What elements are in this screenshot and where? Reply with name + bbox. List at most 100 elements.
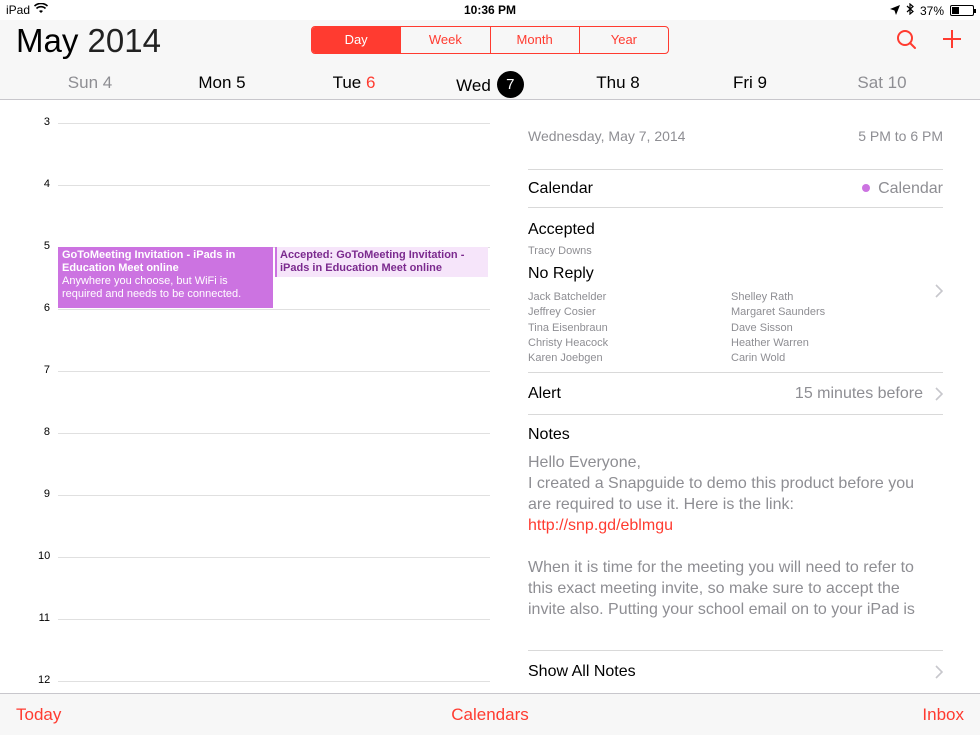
invitee: Shelley Rath [731, 291, 794, 303]
accepted-person: Tracy Downs [528, 245, 592, 257]
event-time: 5 PM to 6 PM [858, 128, 943, 144]
battery-fill [952, 7, 959, 14]
notes-line: Hello Everyone, [528, 454, 641, 471]
notes-paragraph: I created a Snapguide to demo this produ… [528, 473, 938, 536]
calendar-header: May 2014 Day Week Month Year Sun 4 Mon 5… [0, 20, 980, 100]
divider [528, 372, 943, 373]
week-day-strip: Sun 4 Mon 5 Tue 6 Wed 7 Thu 8 Fri 9 Sat 1… [0, 70, 980, 98]
page-title: May 2014 [16, 22, 161, 60]
hour-line [58, 309, 490, 310]
event-accepted[interactable]: Accepted: GoToMeeting Invitation - iPads… [275, 247, 488, 277]
divider [528, 207, 943, 208]
event-details-panel: Wednesday, May 7, 2014 5 PM to 6 PM Cale… [528, 101, 943, 693]
notes-heading: Notes [528, 426, 570, 443]
calendar-name: Calendar [878, 180, 943, 197]
invitee: Karen Joebgen [528, 352, 603, 365]
day-sun[interactable]: Sun 4 [30, 73, 150, 93]
inbox-button[interactable]: Inbox [922, 705, 964, 725]
day-tue-label: Tue [332, 73, 362, 92]
notes-paragraph: When it is time for the meeting you will… [528, 559, 915, 618]
notes-text: I created a Snapguide to demo this produ… [528, 475, 915, 513]
status-bar: iPad 10:36 PM 37% [0, 0, 980, 20]
invitees-right: Shelley Rath Margaret Saunders Dave Siss… [731, 290, 825, 366]
add-event-icon[interactable] [938, 26, 966, 54]
noreply-heading: No Reply [528, 265, 594, 282]
accepted-heading: Accepted [528, 221, 595, 238]
hour-label: 11 [38, 612, 50, 624]
day-sat[interactable]: Sat 10 [822, 73, 942, 93]
battery-icon [950, 5, 976, 16]
hour-label: 3 [43, 116, 50, 128]
day-wed-label: Wed [456, 75, 491, 95]
calendar-color-dot [862, 183, 871, 192]
invitee: Dave Sisson [731, 321, 793, 334]
invitee: Margaret Saunders [731, 306, 826, 319]
hour-line [58, 123, 490, 124]
notes-body: Hello Everyone, I created a Snapguide to… [528, 452, 938, 620]
hour-row: 6 [0, 302, 490, 371]
invitee: Christy Heacock [528, 336, 609, 349]
status-right: 37% [889, 2, 976, 18]
alert-label[interactable]: Alert [528, 385, 561, 403]
invitee: Heather Warren [731, 336, 809, 349]
day-thu[interactable]: Thu 8 [558, 73, 678, 93]
hour-line [58, 619, 490, 620]
invitee: Carin Wold [731, 352, 786, 365]
invitee: Jeffrey Cosier [528, 306, 596, 319]
hour-row: 3 [0, 116, 490, 185]
divider [528, 169, 943, 170]
hour-label: 4 [43, 178, 50, 190]
hour-line [58, 681, 490, 682]
day-fri[interactable]: Fri 9 [690, 73, 810, 93]
hour-label: 8 [43, 426, 50, 438]
hour-label: 5 [43, 240, 50, 252]
invitee: Jack Batchelder [528, 291, 607, 303]
hour-line [58, 433, 490, 434]
segment-year[interactable]: Year [578, 27, 668, 53]
day-wed[interactable]: Wed 7 [430, 71, 550, 100]
today-indicator: 7 [496, 71, 524, 98]
invitees-chevron-icon[interactable] [935, 284, 943, 298]
bluetooth-icon [906, 2, 914, 18]
hour-line [58, 557, 490, 558]
hour-line [58, 495, 490, 496]
segment-month[interactable]: Month [489, 27, 579, 53]
hour-label: 9 [43, 488, 50, 500]
title-month: May [16, 22, 79, 59]
notes-link[interactable]: http://snp.gd/eblmgu [528, 517, 673, 534]
alert-value[interactable]: 15 minutes before [795, 385, 923, 403]
segment-day[interactable]: Day [312, 27, 401, 53]
day-tue[interactable]: Tue 6 [294, 73, 414, 93]
alert-chevron-icon[interactable] [935, 387, 943, 401]
clock: 10:36 PM [463, 3, 517, 17]
notes-spacer [528, 536, 938, 557]
hour-line [58, 185, 490, 186]
hour-row: 12 [0, 674, 490, 693]
view-segmented-control: Day Week Month Year [311, 26, 669, 54]
hour-label: 12 [38, 674, 51, 686]
calendar-row-value[interactable]: Calendar [862, 180, 943, 198]
invitees-left: Jack Batchelder Jeffrey Cosier Tina Eise… [528, 290, 608, 366]
day-mon[interactable]: Mon 5 [162, 73, 282, 93]
hour-line [58, 371, 490, 372]
calendar-row-label[interactable]: Calendar [528, 180, 593, 198]
hour-row: 10 [0, 550, 490, 619]
event-title: GoToMeeting Invitation - iPads in Educat… [62, 249, 236, 274]
hour-label: 7 [43, 364, 50, 376]
event-gotomeeting[interactable]: GoToMeeting Invitation - iPads in Educat… [58, 247, 273, 308]
hour-row: 7 [0, 364, 490, 433]
segment-week[interactable]: Week [400, 27, 489, 53]
search-icon[interactable] [893, 26, 921, 54]
calendars-button-label[interactable]: Calendars [451, 705, 529, 724]
show-all-notes[interactable]: Show All Notes [528, 663, 636, 681]
day-timeline[interactable]: 3 4 5 6 7 8 9 10 11 12 GoToMeeting Invit… [0, 101, 500, 693]
title-year: 2014 [87, 22, 161, 59]
hour-row: 8 [0, 426, 490, 495]
day-tue-num: 6 [365, 73, 376, 92]
show-notes-chevron-icon[interactable] [935, 665, 943, 679]
hour-row: 9 [0, 488, 490, 557]
hour-label: 6 [43, 302, 50, 314]
hour-row: 4 [0, 178, 490, 247]
invitee: Tina Eisenbraun [528, 321, 608, 334]
event-location: Anywhere you choose, but WiFi is require… [62, 275, 242, 300]
